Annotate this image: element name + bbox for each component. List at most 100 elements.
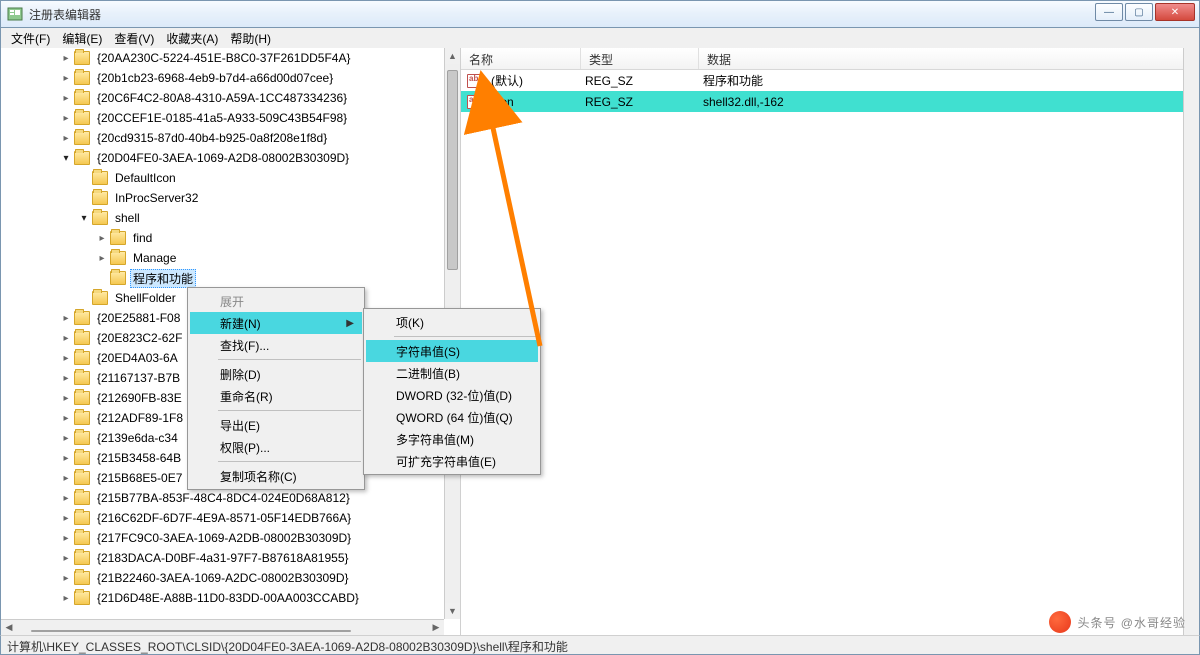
expander-icon[interactable] — [59, 591, 73, 605]
value-row[interactable]: IconREG_SZshell32.dll,-162 — [461, 91, 1199, 112]
folder-icon — [74, 391, 90, 405]
tree-node-label: {215B3458-64B — [94, 450, 184, 466]
expander-icon[interactable] — [59, 511, 73, 525]
expander-icon[interactable] — [59, 131, 73, 145]
expander-icon[interactable] — [59, 371, 73, 385]
tree-horizontal-scrollbar[interactable]: ◀▶ — [1, 619, 444, 635]
ctx-permissions[interactable]: 权限(P)... — [190, 436, 362, 458]
tree-node[interactable]: find — [1, 228, 444, 248]
maximize-button[interactable]: ▢ — [1125, 3, 1153, 21]
values-list[interactable]: (默认)REG_SZ程序和功能IconREG_SZshell32.dll,-16… — [461, 70, 1199, 112]
minimize-button[interactable]: — — [1095, 3, 1123, 21]
tree-node[interactable]: InProcServer32 — [1, 188, 444, 208]
expander-icon[interactable] — [59, 451, 73, 465]
cell-data: 程序和功能 — [699, 72, 1199, 89]
menu-favorites[interactable]: 收藏夹(A) — [160, 28, 224, 49]
folder-icon — [92, 211, 108, 225]
expander-icon[interactable] — [95, 231, 109, 245]
watermark: 头条号 @水哥经验 — [1049, 611, 1186, 633]
expander-icon[interactable] — [59, 311, 73, 325]
new-key[interactable]: 项(K) — [366, 311, 538, 333]
tree-node[interactable]: {20b1cb23-6968-4eb9-b7d4-a66d00d07cee} — [1, 68, 444, 88]
expander-icon[interactable] — [59, 51, 73, 65]
ctx-find[interactable]: 查找(F)... — [190, 334, 362, 356]
expander-icon[interactable] — [59, 351, 73, 365]
tree-node[interactable]: {216C62DF-6D7F-4E9A-8571-05F14EDB766A} — [1, 508, 444, 528]
expander-icon[interactable] — [59, 571, 73, 585]
expander-icon[interactable] — [59, 331, 73, 345]
menu-file[interactable]: 文件(F) — [5, 28, 56, 49]
tree-node-label: {21B22460-3AEA-1069-A2DC-08002B30309D} — [94, 570, 352, 586]
folder-icon — [74, 111, 90, 125]
expander-icon[interactable] — [59, 551, 73, 565]
ctx-rename[interactable]: 重命名(R) — [190, 385, 362, 407]
tree-node-label: {20AA230C-5224-451E-B8C0-37F261DD5F4A} — [94, 50, 354, 66]
value-row[interactable]: (默认)REG_SZ程序和功能 — [461, 70, 1199, 91]
ctx-copy-key-name[interactable]: 复制项名称(C) — [190, 465, 362, 487]
new-binary-value[interactable]: 二进制值(B) — [366, 362, 538, 384]
tree-node[interactable]: {20AA230C-5224-451E-B8C0-37F261DD5F4A} — [1, 48, 444, 68]
tree-node[interactable]: {2183DACA-D0BF-4a31-97F7-B87618A81955} — [1, 548, 444, 568]
new-multistring-value[interactable]: 多字符串值(M) — [366, 428, 538, 450]
tree-node[interactable]: {215B77BA-853F-48C4-8DC4-024E0D68A812} — [1, 488, 444, 508]
ctx-expand[interactable]: 展开 — [190, 290, 362, 312]
menu-edit[interactable]: 编辑(E) — [56, 28, 108, 49]
expander-icon[interactable] — [59, 71, 73, 85]
folder-icon — [74, 531, 90, 545]
new-string-value[interactable]: 字符串值(S) — [366, 340, 538, 362]
watermark-text: 头条号 @水哥经验 — [1077, 614, 1186, 631]
menu-bar: 文件(F) 编辑(E) 查看(V) 收藏夹(A) 帮助(H) — [0, 28, 1200, 48]
expander-icon[interactable] — [95, 251, 109, 265]
values-vertical-scrollbar[interactable] — [1183, 48, 1199, 635]
new-expandstring-value[interactable]: 可扩充字符串值(E) — [366, 450, 538, 472]
tree-node[interactable]: {217FC9C0-3AEA-1069-A2DB-08002B30309D} — [1, 528, 444, 548]
context-submenu-new: 项(K) 字符串值(S) 二进制值(B) DWORD (32-位)值(D) QW… — [363, 308, 541, 475]
new-dword-value[interactable]: DWORD (32-位)值(D) — [366, 384, 538, 406]
folder-icon — [74, 371, 90, 385]
tree-node[interactable]: 程序和功能 — [1, 268, 444, 288]
tree-node[interactable]: {20D04FE0-3AEA-1069-A2D8-08002B30309D} — [1, 148, 444, 168]
title-bar: 注册表编辑器 — ▢ ✕ — [0, 0, 1200, 28]
menu-help[interactable]: 帮助(H) — [224, 28, 277, 49]
tree-node[interactable]: {21D6D48E-A88B-11D0-83DD-00AA003CCABD} — [1, 588, 444, 608]
col-data[interactable]: 数据 — [699, 48, 1199, 69]
new-qword-value[interactable]: QWORD (64 位)值(Q) — [366, 406, 538, 428]
folder-icon — [74, 491, 90, 505]
cell-data: shell32.dll,-162 — [699, 95, 1199, 109]
tree-node-label: {215B77BA-853F-48C4-8DC4-024E0D68A812} — [94, 490, 353, 506]
col-name[interactable]: 名称 — [461, 48, 581, 69]
tree-node-label: {212ADF89-1F8 — [94, 410, 186, 426]
tree-node-label: {20D04FE0-3AEA-1069-A2D8-08002B30309D} — [94, 150, 352, 166]
col-type[interactable]: 类型 — [581, 48, 699, 69]
tree-node-label: ShellFolder — [112, 290, 179, 306]
separator — [218, 359, 361, 360]
string-value-icon — [467, 95, 483, 109]
ctx-delete[interactable]: 删除(D) — [190, 363, 362, 385]
expander-icon[interactable] — [59, 471, 73, 485]
expander-icon[interactable] — [59, 111, 73, 125]
separator — [394, 336, 537, 337]
tree-node[interactable]: {20CCEF1E-0185-41a5-A933-509C43B54F98} — [1, 108, 444, 128]
expander-icon[interactable] — [59, 411, 73, 425]
tree-node[interactable]: Manage — [1, 248, 444, 268]
expander-icon[interactable] — [59, 391, 73, 405]
expander-icon[interactable] — [59, 91, 73, 105]
expander-icon[interactable] — [59, 531, 73, 545]
tree-node[interactable]: {21B22460-3AEA-1069-A2DC-08002B30309D} — [1, 568, 444, 588]
expander-icon[interactable] — [59, 431, 73, 445]
folder-icon — [74, 471, 90, 485]
tree-node[interactable]: DefaultIcon — [1, 168, 444, 188]
expander-icon[interactable] — [77, 211, 91, 225]
expander-icon[interactable] — [59, 151, 73, 165]
tree-node[interactable]: {20C6F4C2-80A8-4310-A59A-1CC487334236} — [1, 88, 444, 108]
context-menu: 展开 新建(N)▶ 查找(F)... 删除(D) 重命名(R) 导出(E) 权限… — [187, 287, 365, 490]
expander-icon[interactable] — [59, 491, 73, 505]
tree-node[interactable]: {20cd9315-87d0-40b4-b925-0a8f208e1f8d} — [1, 128, 444, 148]
menu-view[interactable]: 查看(V) — [108, 28, 160, 49]
tree-node-label: {20E823C2-62F — [94, 330, 185, 346]
close-button[interactable]: ✕ — [1155, 3, 1195, 21]
tree-node[interactable]: shell — [1, 208, 444, 228]
ctx-export[interactable]: 导出(E) — [190, 414, 362, 436]
tree-node-label: InProcServer32 — [112, 190, 201, 206]
ctx-new[interactable]: 新建(N)▶ — [190, 312, 362, 334]
